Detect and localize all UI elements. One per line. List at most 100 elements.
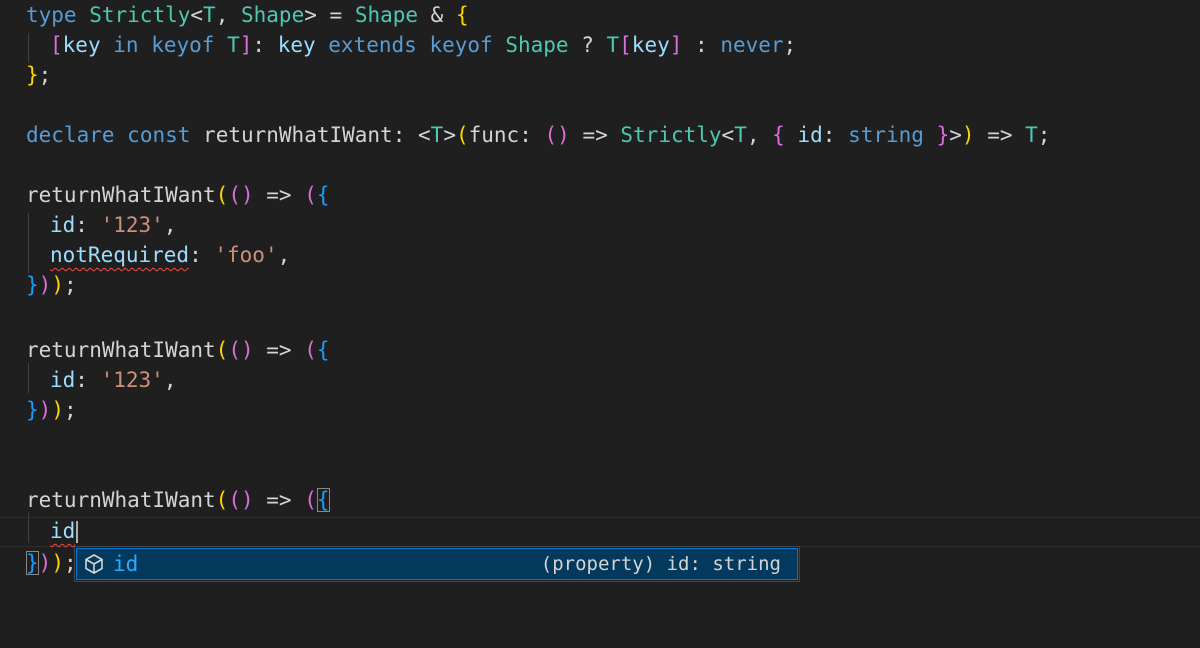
variable-token: key bbox=[62, 33, 101, 57]
token: ; bbox=[783, 33, 797, 57]
matched-brace-token: { bbox=[316, 488, 330, 512]
string-token: 'foo' bbox=[214, 243, 278, 267]
text-cursor bbox=[76, 521, 79, 543]
token: : bbox=[682, 33, 721, 57]
bracket-token: [ bbox=[619, 33, 632, 57]
code-line[interactable]: }; bbox=[26, 60, 51, 90]
type-token: Strictly bbox=[89, 3, 191, 27]
identifier-token: returnWhatIWant bbox=[203, 123, 393, 147]
type-token: Shape bbox=[241, 3, 305, 27]
token: > bbox=[443, 123, 456, 147]
token: => bbox=[253, 183, 305, 207]
code-line[interactable]: id: '123', bbox=[50, 210, 176, 240]
variable-token: key bbox=[277, 33, 316, 57]
code-line[interactable]: })); bbox=[26, 395, 77, 425]
keyword-token: extends bbox=[328, 33, 417, 57]
bracket-token: [ bbox=[50, 33, 63, 57]
identifier-token: returnWhatIWant bbox=[26, 488, 216, 512]
error-squiggle-token[interactable]: id bbox=[50, 519, 75, 543]
paren-token: ) bbox=[961, 123, 975, 147]
type-token: T bbox=[430, 123, 444, 147]
type-token: string bbox=[848, 123, 924, 147]
keyword-token: keyof bbox=[151, 33, 215, 57]
token: & bbox=[418, 3, 456, 27]
token: , bbox=[215, 3, 241, 27]
code-line[interactable]: declare const returnWhatIWant: <T>(func:… bbox=[26, 120, 1050, 150]
token: => bbox=[253, 488, 305, 512]
suggest-widget[interactable]: id (property) id: string bbox=[74, 546, 800, 582]
code-line[interactable]: type Strictly<T, Shape> = Shape & { bbox=[26, 0, 469, 30]
keyword-token: keyof bbox=[429, 33, 493, 57]
code-line[interactable]: returnWhatIWant(() => ({ bbox=[26, 180, 330, 210]
token: ; bbox=[1037, 123, 1051, 147]
token: => bbox=[253, 338, 305, 362]
keyword-token: never bbox=[720, 33, 784, 57]
token: , bbox=[746, 123, 773, 147]
token: , bbox=[277, 243, 291, 267]
property-icon bbox=[83, 553, 105, 575]
variable-token: id bbox=[50, 368, 76, 392]
bracket-token: ] bbox=[669, 33, 683, 57]
brace-token: { bbox=[316, 338, 330, 362]
paren-token: ( bbox=[215, 183, 229, 207]
token: > bbox=[304, 3, 317, 27]
token: : bbox=[252, 33, 278, 57]
code-line[interactable]: [key in keyof T]: key extends keyof Shap… bbox=[50, 30, 796, 60]
string-token: '123' bbox=[100, 368, 164, 392]
paren-token: ) bbox=[557, 123, 570, 147]
code-line[interactable]: returnWhatIWant(() => ({ bbox=[26, 485, 330, 515]
paren-token: ( bbox=[228, 183, 241, 207]
token: func bbox=[468, 123, 520, 147]
code-line-current[interactable]: id bbox=[50, 516, 79, 546]
brace-token: { bbox=[772, 123, 785, 147]
current-line-highlight bbox=[0, 517, 1200, 547]
bracket-token: ] bbox=[239, 33, 253, 57]
paren-token: ) bbox=[51, 551, 64, 575]
token: < bbox=[418, 123, 431, 147]
type-token: T bbox=[227, 33, 240, 57]
code-line[interactable]: id: '123', bbox=[50, 365, 176, 395]
code-line[interactable]: notRequired: 'foo', bbox=[50, 240, 290, 270]
keyword-token: declare bbox=[26, 123, 115, 147]
paren-token: ) bbox=[38, 551, 52, 575]
token: < bbox=[721, 123, 735, 147]
token: = bbox=[316, 3, 355, 27]
code-line[interactable]: returnWhatIWant(() => ({ bbox=[26, 335, 330, 365]
variable-token: key bbox=[631, 33, 670, 57]
type-token: Shape bbox=[505, 33, 569, 57]
paren-token: ) bbox=[51, 273, 64, 297]
paren-token: ( bbox=[304, 183, 317, 207]
code-line[interactable]: })); bbox=[26, 548, 77, 578]
code-line[interactable]: })); bbox=[26, 270, 77, 300]
variable-token: id bbox=[797, 123, 823, 147]
error-squiggle-token[interactable]: notRequired bbox=[50, 243, 189, 267]
token: : bbox=[822, 123, 849, 147]
type-token: T bbox=[734, 123, 747, 147]
variable-token: id bbox=[50, 213, 76, 237]
brace-token: } bbox=[26, 273, 39, 297]
paren-token: ( bbox=[215, 338, 229, 362]
token: > bbox=[949, 123, 962, 147]
keyword-token: in bbox=[113, 33, 139, 57]
token: => bbox=[974, 123, 1026, 147]
type-token: T bbox=[203, 3, 216, 27]
brace-token: } bbox=[936, 123, 950, 147]
indent-guide bbox=[28, 513, 29, 543]
token: ; bbox=[63, 398, 77, 422]
paren-token: ) bbox=[38, 398, 52, 422]
identifier-token: returnWhatIWant bbox=[26, 338, 216, 362]
suggest-item-id[interactable]: id (property) id: string bbox=[76, 548, 798, 580]
token: : bbox=[189, 243, 215, 267]
keyword-token: const bbox=[127, 123, 191, 147]
paren-token: ( bbox=[228, 488, 241, 512]
string-token: '123' bbox=[100, 213, 164, 237]
token: : bbox=[519, 123, 545, 147]
indent-guide bbox=[28, 363, 29, 393]
token: : bbox=[392, 123, 418, 147]
code-editor[interactable]: type Strictly<T, Shape> = Shape & { [key… bbox=[0, 0, 1200, 648]
indent-guide bbox=[28, 33, 29, 63]
